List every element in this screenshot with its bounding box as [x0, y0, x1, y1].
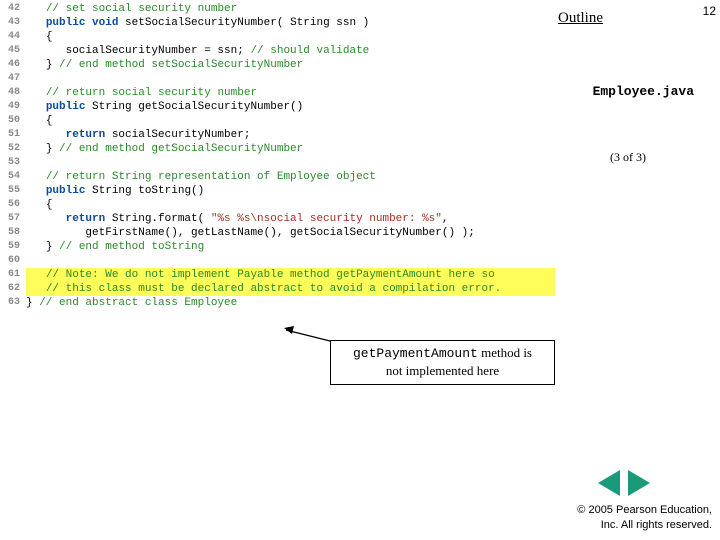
- code-line: 43 public void setSocialSecurityNumber( …: [0, 16, 555, 30]
- code-line: 56 {: [0, 198, 555, 212]
- copyright-line-2: Inc. All rights reserved.: [601, 519, 712, 531]
- code-line: 44 {: [0, 30, 555, 44]
- code-line: 45 socialSecurityNumber = ssn; // should…: [0, 44, 555, 58]
- code-content: } // end method toString: [26, 240, 555, 254]
- line-number: 62: [0, 282, 26, 296]
- line-number: 50: [0, 114, 26, 128]
- code-line: 52 } // end method getSocialSecurityNumb…: [0, 142, 555, 156]
- code-line: 61 // Note: We do not implement Payable …: [0, 268, 555, 282]
- line-number: 42: [0, 2, 26, 16]
- code-content: public void setSocialSecurityNumber( Str…: [26, 16, 555, 30]
- line-number: 45: [0, 44, 26, 58]
- code-content: public String getSocialSecurityNumber(): [26, 100, 555, 114]
- outline-section: Outline: [558, 10, 708, 27]
- line-number: 57: [0, 212, 26, 226]
- callout-box: getPaymentAmount method is not implement…: [330, 340, 555, 385]
- code-line: 62 // this class must be declared abstra…: [0, 282, 555, 296]
- line-number: 61: [0, 268, 26, 282]
- line-number: 56: [0, 198, 26, 212]
- line-number: 60: [0, 254, 26, 268]
- code-content: public String toString(): [26, 184, 555, 198]
- code-line: 48 // return social security number: [0, 86, 555, 100]
- code-content: [26, 156, 555, 170]
- code-content: } // end method setSocialSecurityNumber: [26, 58, 555, 72]
- code-line: 60: [0, 254, 555, 268]
- line-number: 48: [0, 86, 26, 100]
- nav-arrows: [598, 470, 650, 496]
- code-content: return String.format( "%s %s\nsocial sec…: [26, 212, 555, 226]
- file-name: Employee.java: [593, 84, 694, 99]
- copyright-line-1: © 2005 Pearson Education,: [577, 504, 712, 516]
- code-line: 50 {: [0, 114, 555, 128]
- code-line: 55 public String toString(): [0, 184, 555, 198]
- line-number: 43: [0, 16, 26, 30]
- code-line: 53: [0, 156, 555, 170]
- line-number: 52: [0, 142, 26, 156]
- code-content: [26, 72, 555, 86]
- code-line: 46 } // end method setSocialSecurityNumb…: [0, 58, 555, 72]
- code-line: 54 // return String representation of Em…: [0, 170, 555, 184]
- line-number: 59: [0, 240, 26, 254]
- code-line: 42 // set social security number: [0, 2, 555, 16]
- code-content: // return social security number: [26, 86, 555, 100]
- line-number: 44: [0, 30, 26, 44]
- code-content: } // end method getSocialSecurityNumber: [26, 142, 555, 156]
- code-line: 47: [0, 72, 555, 86]
- code-content: [26, 254, 555, 268]
- callout-text-2: not implemented here: [386, 363, 499, 378]
- code-content: return socialSecurityNumber;: [26, 128, 555, 142]
- code-content: {: [26, 30, 555, 44]
- code-content: // return String representation of Emplo…: [26, 170, 555, 184]
- next-button[interactable]: [628, 470, 650, 496]
- code-line: 51 return socialSecurityNumber;: [0, 128, 555, 142]
- callout-method-name: getPaymentAmount: [353, 346, 478, 361]
- code-listing: 42 // set social security number43 publi…: [0, 0, 555, 310]
- line-number: 63: [0, 296, 26, 310]
- code-content: // set social security number: [26, 2, 555, 16]
- code-content: } // end abstract class Employee: [26, 296, 555, 310]
- line-number: 46: [0, 58, 26, 72]
- code-line: 57 return String.format( "%s %s\nsocial …: [0, 212, 555, 226]
- line-number: 51: [0, 128, 26, 142]
- line-number: 54: [0, 170, 26, 184]
- code-content: socialSecurityNumber = ssn; // should va…: [26, 44, 555, 58]
- code-content: // Note: We do not implement Payable met…: [26, 268, 555, 282]
- code-line: 59 } // end method toString: [0, 240, 555, 254]
- line-number: 49: [0, 100, 26, 114]
- outline-title: Outline: [558, 10, 708, 27]
- code-line: 63} // end abstract class Employee: [0, 296, 555, 310]
- code-content: {: [26, 114, 555, 128]
- code-content: getFirstName(), getLastName(), getSocial…: [26, 226, 555, 240]
- line-number: 53: [0, 156, 26, 170]
- code-content: {: [26, 198, 555, 212]
- line-number: 55: [0, 184, 26, 198]
- code-line: 49 public String getSocialSecurityNumber…: [0, 100, 555, 114]
- page-of-indicator: (3 of 3): [610, 150, 646, 165]
- callout-text-1: method is: [478, 345, 532, 360]
- code-content: // this class must be declared abstract …: [26, 282, 555, 296]
- prev-button[interactable]: [598, 470, 620, 496]
- code-line: 58 getFirstName(), getLastName(), getSoc…: [0, 226, 555, 240]
- line-number: 58: [0, 226, 26, 240]
- line-number: 47: [0, 72, 26, 86]
- copyright: © 2005 Pearson Education, Inc. All right…: [577, 503, 712, 532]
